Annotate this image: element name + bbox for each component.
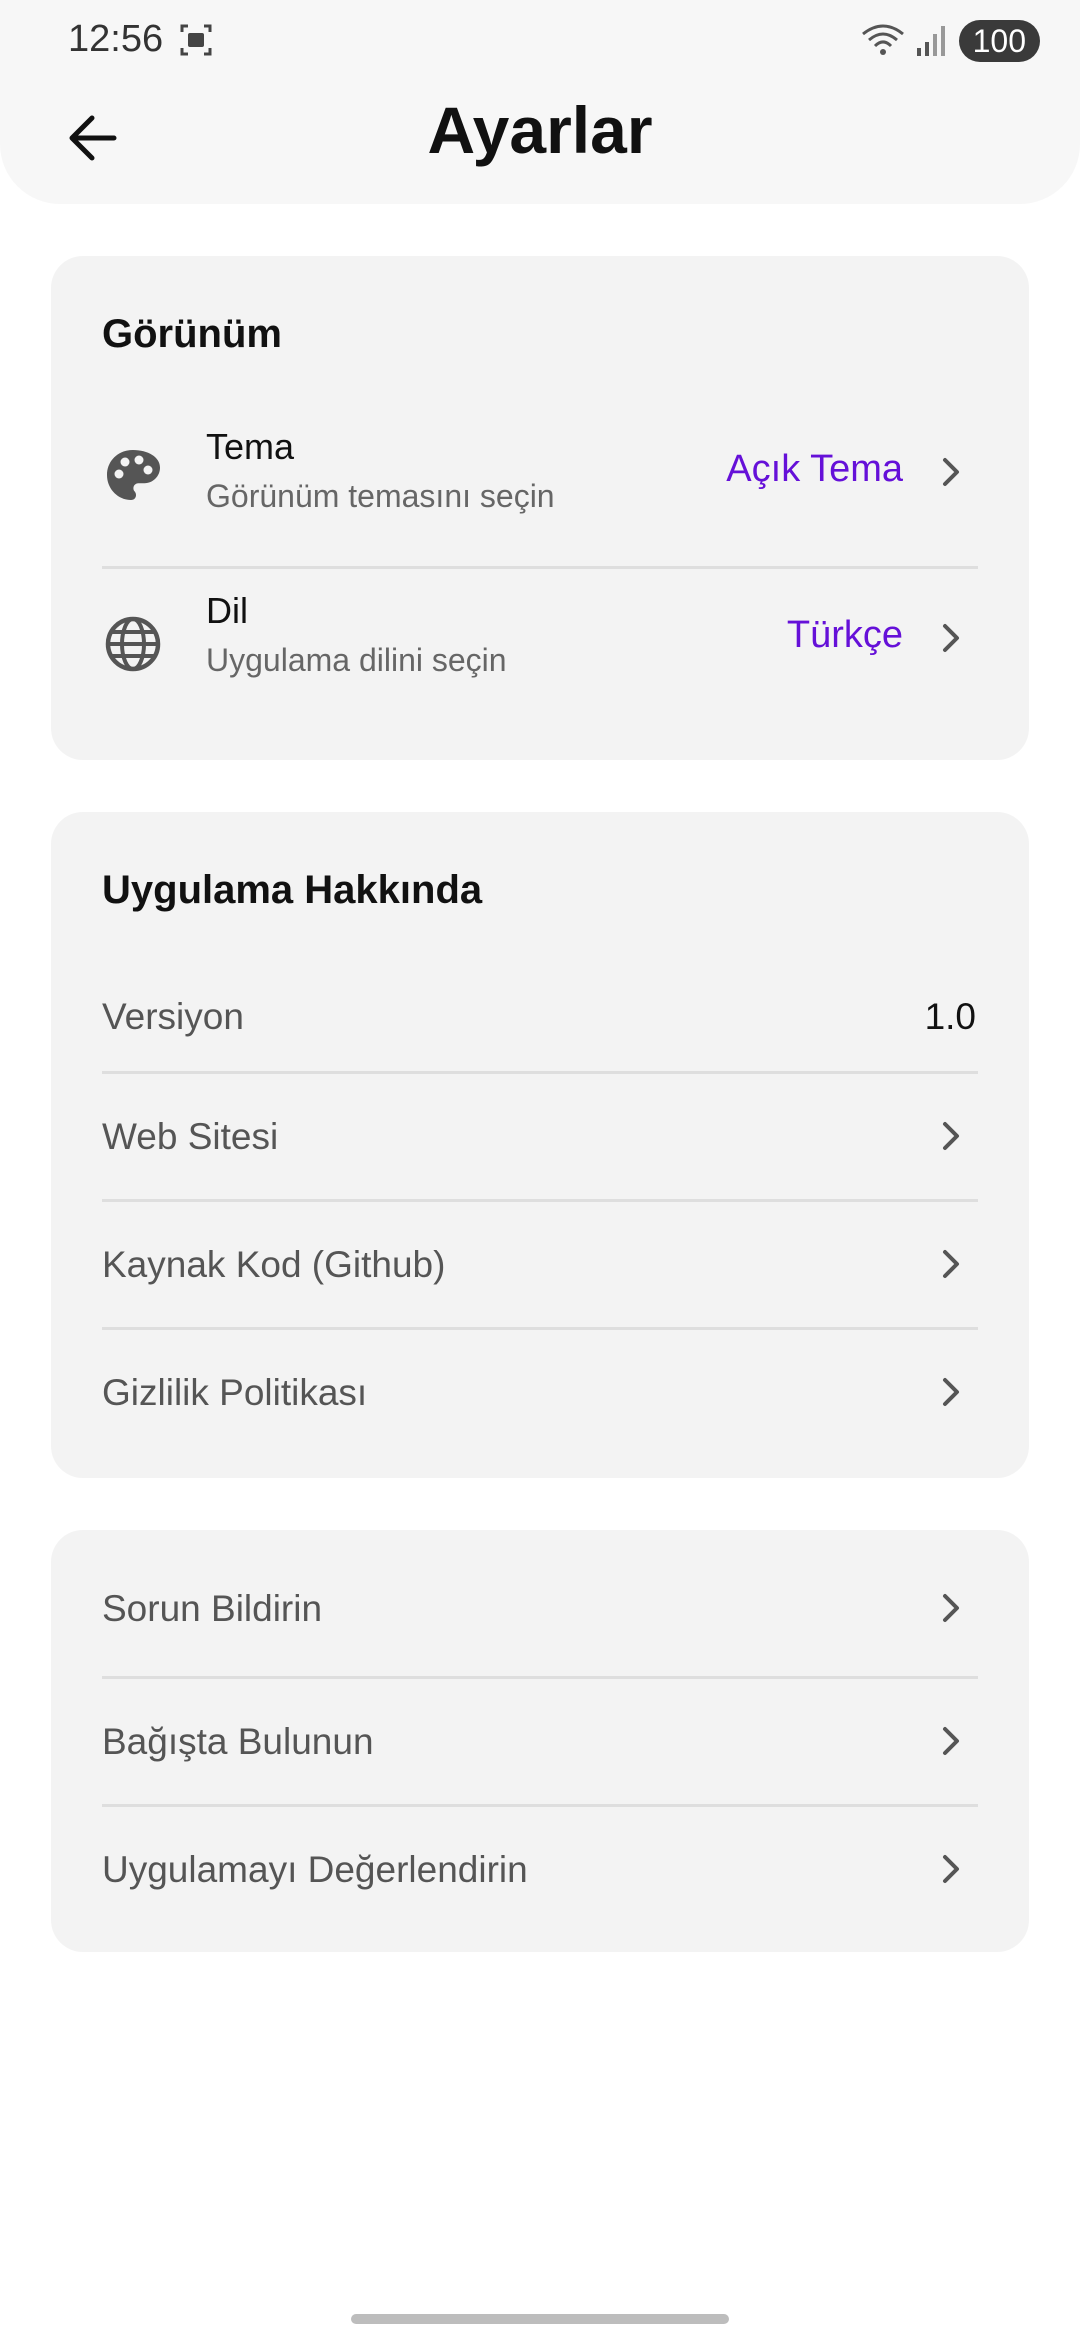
rate-app-label: Uygulamayı Değerlendirin (102, 1849, 528, 1890)
chevron-right-icon (943, 1378, 959, 1406)
language-title: Dil (206, 590, 248, 631)
language-setting-row[interactable]: Dil Uygulama dilini seçin Türkçe (51, 570, 1029, 750)
screenshot-icon (180, 24, 212, 56)
chevron-right-icon (943, 458, 959, 486)
source-code-row[interactable]: Kaynak Kod (Github) (51, 1202, 1029, 1328)
appearance-card: Görünüm Tema Görünüm temasını seçin Açık… (51, 256, 1029, 760)
page-title: Ayarlar (427, 93, 653, 167)
version-label: Versiyon (102, 996, 244, 1037)
website-label: Web Sitesi (102, 1116, 279, 1157)
globe-icon (105, 616, 161, 672)
source-code-label: Kaynak Kod (Github) (102, 1244, 446, 1285)
theme-value: Açık Tema (726, 448, 903, 490)
language-value: Türkçe (786, 614, 903, 656)
version-value: 1.0 (924, 996, 976, 1037)
home-indicator[interactable] (351, 2314, 729, 2324)
chevron-right-icon (943, 1250, 959, 1278)
language-subtitle: Uygulama dilini seçin (206, 642, 507, 678)
rate-app-row[interactable]: Uygulamayı Değerlendirin (51, 1807, 1029, 1947)
theme-title: Tema (206, 426, 295, 467)
donate-label: Bağışta Bulunun (102, 1721, 374, 1762)
chevron-right-icon (943, 1122, 959, 1150)
about-section-title: Uygulama Hakkında (102, 868, 483, 912)
chevron-right-icon (943, 624, 959, 652)
chevron-right-icon (943, 1855, 959, 1883)
support-card: Sorun Bildirin Bağışta Bulunun Uygulamay… (51, 1530, 1029, 1952)
website-row[interactable]: Web Sitesi (51, 1074, 1029, 1200)
chevron-right-icon (943, 1727, 959, 1755)
theme-setting-row[interactable]: Tema Görünüm temasını seçin Açık Tema (51, 404, 1029, 570)
privacy-policy-label: Gizlilik Politikası (102, 1372, 368, 1413)
palette-icon (107, 450, 160, 500)
report-issue-row[interactable]: Sorun Bildirin (51, 1530, 1029, 1676)
battery-indicator: 100 (958, 20, 1040, 62)
wifi-icon (861, 24, 904, 55)
theme-subtitle: Görünüm temasını seçin (206, 478, 555, 514)
privacy-policy-row[interactable]: Gizlilik Politikası (51, 1330, 1029, 1460)
chevron-right-icon (943, 1594, 959, 1622)
divider (102, 566, 978, 569)
status-icons: 100 (861, 20, 1040, 62)
signal-icon (916, 26, 945, 56)
status-time: 12:56 (68, 18, 164, 60)
appearance-section-title: Görünüm (102, 312, 282, 356)
top-app-bar: 12:56 100 Ayarlar (0, 0, 1080, 204)
about-card: Uygulama Hakkında Versiyon 1.0 Web Sites… (51, 812, 1029, 1478)
donate-row[interactable]: Bağışta Bulunun (51, 1679, 1029, 1805)
report-issue-label: Sorun Bildirin (102, 1588, 323, 1629)
